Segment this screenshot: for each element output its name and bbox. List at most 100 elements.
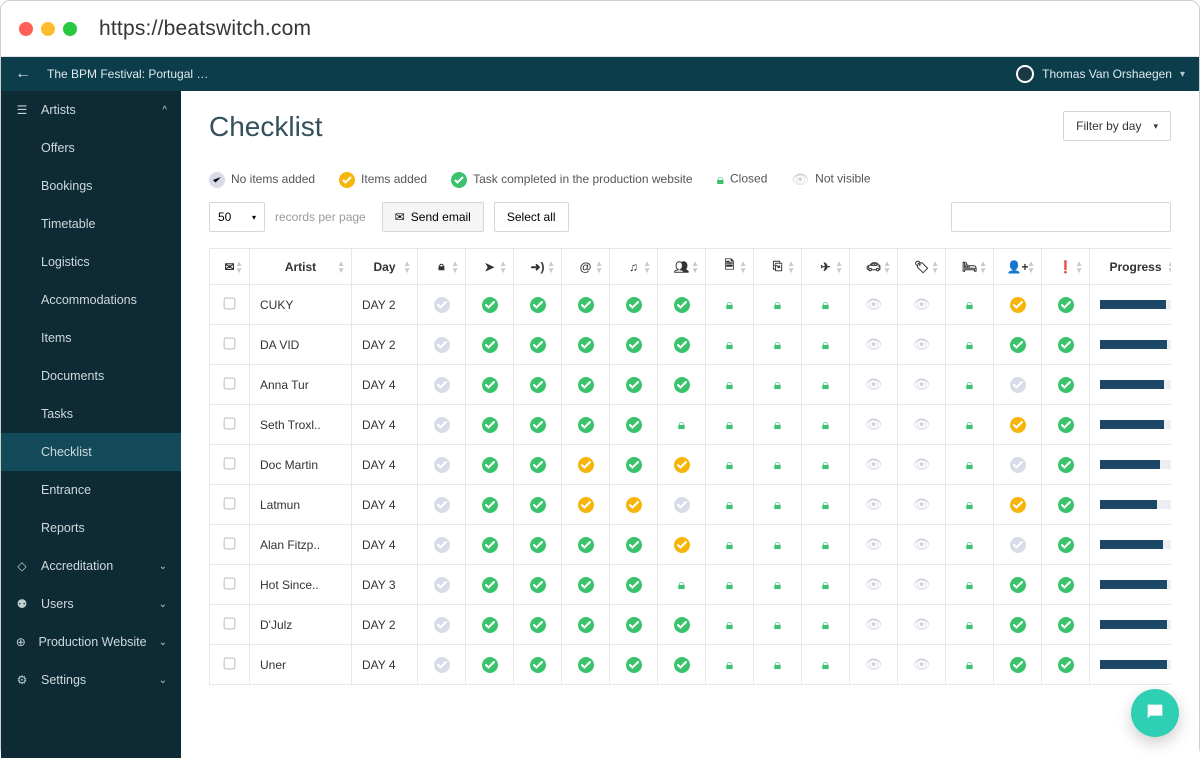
- status-cell[interactable]: [994, 285, 1042, 325]
- status-cell[interactable]: [562, 565, 610, 605]
- col-doc[interactable]: 🗎▲▼: [706, 249, 754, 285]
- status-cell[interactable]: [418, 445, 466, 485]
- status-cell[interactable]: 👁︎: [898, 605, 946, 645]
- col-at[interactable]: @▲▼: [562, 249, 610, 285]
- status-cell[interactable]: 🔒︎: [706, 525, 754, 565]
- status-cell[interactable]: [418, 405, 466, 445]
- status-cell[interactable]: [466, 325, 514, 365]
- status-cell[interactable]: [514, 645, 562, 685]
- status-cell[interactable]: [466, 365, 514, 405]
- status-cell[interactable]: [610, 485, 658, 525]
- col-send[interactable]: ➤▲▼: [466, 249, 514, 285]
- status-cell[interactable]: [658, 445, 706, 485]
- status-cell[interactable]: 🔒︎: [802, 525, 850, 565]
- col-select[interactable]: ✉▲▼: [210, 249, 250, 285]
- status-cell[interactable]: 👁︎: [898, 525, 946, 565]
- status-cell[interactable]: 🔒︎: [754, 485, 802, 525]
- status-cell[interactable]: 🔒︎: [946, 445, 994, 485]
- status-cell[interactable]: [562, 525, 610, 565]
- status-cell[interactable]: 🔒︎: [754, 605, 802, 645]
- status-cell[interactable]: 🔒︎: [754, 405, 802, 445]
- status-cell[interactable]: [994, 605, 1042, 645]
- sidebar-group-production-website[interactable]: ⊕Production Website⌄: [1, 623, 181, 661]
- status-cell[interactable]: [418, 365, 466, 405]
- traffic-close-icon[interactable]: [19, 22, 33, 36]
- status-cell[interactable]: [466, 285, 514, 325]
- status-cell[interactable]: [658, 485, 706, 525]
- status-cell[interactable]: 🔒︎: [946, 285, 994, 325]
- intercom-launcher[interactable]: [1131, 689, 1179, 737]
- status-cell[interactable]: 👁︎: [898, 325, 946, 365]
- status-cell[interactable]: 🔒︎: [802, 405, 850, 445]
- sidebar-item-checklist[interactable]: Checklist: [1, 433, 181, 471]
- status-cell[interactable]: 👁︎: [898, 405, 946, 445]
- status-cell[interactable]: 👁︎: [850, 405, 898, 445]
- status-cell[interactable]: [658, 325, 706, 365]
- status-cell[interactable]: [610, 325, 658, 365]
- status-cell[interactable]: [562, 605, 610, 645]
- status-cell[interactable]: [466, 565, 514, 605]
- artist-cell[interactable]: Doc Martin: [250, 445, 352, 485]
- status-cell[interactable]: [514, 525, 562, 565]
- status-cell[interactable]: 👁︎: [850, 565, 898, 605]
- col-alert[interactable]: ❗▲▼: [1042, 249, 1090, 285]
- status-cell[interactable]: [994, 645, 1042, 685]
- status-cell[interactable]: [610, 365, 658, 405]
- artist-cell[interactable]: Anna Tur: [250, 365, 352, 405]
- sidebar-item-timetable[interactable]: Timetable: [1, 205, 181, 243]
- status-cell[interactable]: 👁︎: [898, 645, 946, 685]
- status-cell[interactable]: 🔒︎: [802, 325, 850, 365]
- status-cell[interactable]: [610, 605, 658, 645]
- status-cell[interactable]: [1042, 565, 1090, 605]
- sidebar-parent-artists[interactable]: ☰ Artists ^: [1, 91, 181, 129]
- sidebar-item-bookings[interactable]: Bookings: [1, 167, 181, 205]
- status-cell[interactable]: [994, 325, 1042, 365]
- status-cell[interactable]: 🔒︎: [706, 445, 754, 485]
- artist-cell[interactable]: DA VID: [250, 325, 352, 365]
- status-cell[interactable]: 🔒︎: [754, 565, 802, 605]
- col-plane[interactable]: ✈▲▼: [802, 249, 850, 285]
- status-cell[interactable]: 🔒︎: [658, 405, 706, 445]
- traffic-minimize-icon[interactable]: [41, 22, 55, 36]
- status-cell[interactable]: 🔒︎: [706, 285, 754, 325]
- status-cell[interactable]: 🔒︎: [754, 525, 802, 565]
- status-cell[interactable]: 🔒︎: [802, 285, 850, 325]
- status-cell[interactable]: [610, 285, 658, 325]
- status-cell[interactable]: [562, 325, 610, 365]
- status-cell[interactable]: [658, 285, 706, 325]
- status-cell[interactable]: [1042, 445, 1090, 485]
- col-group[interactable]: 👥︎▲▼: [658, 249, 706, 285]
- status-cell[interactable]: 🔒︎: [946, 485, 994, 525]
- status-cell[interactable]: 👁︎: [898, 445, 946, 485]
- status-cell[interactable]: [1042, 525, 1090, 565]
- status-cell[interactable]: 🔒︎: [802, 605, 850, 645]
- status-cell[interactable]: [994, 365, 1042, 405]
- event-title[interactable]: The BPM Festival: Portugal …: [47, 67, 208, 81]
- status-cell[interactable]: 👁︎: [898, 365, 946, 405]
- col-lock[interactable]: 🔒︎▲▼: [418, 249, 466, 285]
- status-cell[interactable]: 👁︎: [850, 285, 898, 325]
- status-cell[interactable]: [562, 645, 610, 685]
- row-checkbox[interactable]: [224, 297, 236, 309]
- sidebar-item-logistics[interactable]: Logistics: [1, 243, 181, 281]
- sidebar-group-settings[interactable]: ⚙Settings⌄: [1, 661, 181, 699]
- col-copy[interactable]: ⎘▲▼: [754, 249, 802, 285]
- status-cell[interactable]: [1042, 405, 1090, 445]
- status-cell[interactable]: [466, 445, 514, 485]
- status-cell[interactable]: [418, 525, 466, 565]
- status-cell[interactable]: 🔒︎: [802, 485, 850, 525]
- back-icon[interactable]: ←: [15, 65, 31, 83]
- status-cell[interactable]: 👁︎: [898, 285, 946, 325]
- artist-cell[interactable]: Seth Troxl..: [250, 405, 352, 445]
- row-checkbox[interactable]: [224, 417, 236, 429]
- status-cell[interactable]: [658, 525, 706, 565]
- status-cell[interactable]: 👁︎: [850, 365, 898, 405]
- status-cell[interactable]: [1042, 645, 1090, 685]
- status-cell[interactable]: 🔒︎: [802, 645, 850, 685]
- status-cell[interactable]: [610, 525, 658, 565]
- sidebar-item-items[interactable]: Items: [1, 319, 181, 357]
- status-cell[interactable]: [562, 405, 610, 445]
- status-cell[interactable]: [562, 285, 610, 325]
- row-checkbox[interactable]: [224, 617, 236, 629]
- filter-by-day-button[interactable]: Filter by day ▾: [1063, 111, 1171, 141]
